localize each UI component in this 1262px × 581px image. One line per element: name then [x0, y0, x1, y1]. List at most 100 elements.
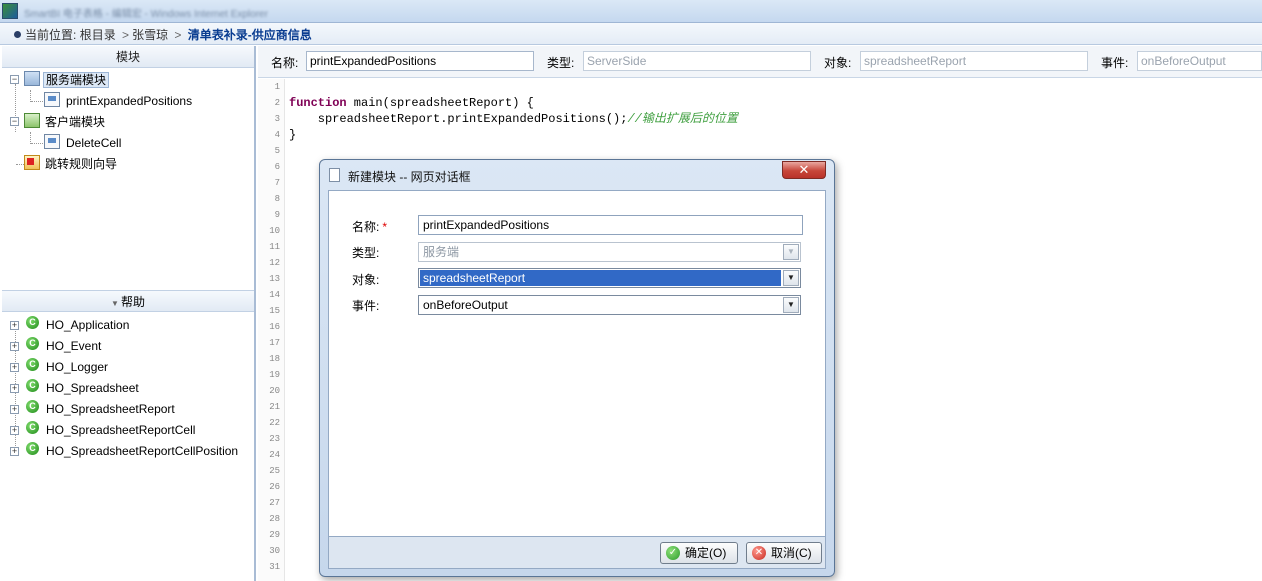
collapse-arrow-icon: ▼ — [111, 299, 119, 308]
close-button[interactable]: ✕ — [782, 161, 826, 179]
line-number: 6 — [274, 162, 280, 172]
event-label: 事件: — [1101, 56, 1129, 70]
line-number: 14 — [269, 290, 280, 300]
expand-toggle-icon[interactable]: + — [10, 321, 19, 330]
name-field[interactable]: printExpandedPositions — [306, 51, 534, 71]
breadcrumb-item-root[interactable]: 根目录 — [80, 28, 116, 42]
breadcrumb-prefix: 当前位置: — [25, 28, 77, 42]
line-number: 25 — [269, 466, 280, 476]
dialog-event-select[interactable]: onBeforeOutput ▼ — [418, 295, 801, 315]
expand-toggle-icon[interactable]: + — [10, 447, 19, 456]
line-number: 9 — [274, 210, 280, 220]
check-icon: ✓ — [666, 546, 680, 560]
breadcrumb-item-user[interactable]: 张雪琼 — [132, 28, 168, 42]
tree-line — [16, 164, 24, 165]
object-label: 对象: — [824, 56, 852, 70]
help-class-item[interactable]: HO_SpreadsheetReportCellPosition — [46, 441, 238, 461]
line-number: 30 — [269, 546, 280, 556]
module-tree: − 服务端模块 printExpandedPositions − 客户端模块 D… — [2, 68, 254, 290]
line-number: 2 — [274, 98, 280, 108]
dialog-name-field[interactable]: printExpandedPositions — [418, 215, 803, 235]
help-header-label: 帮助 — [120, 295, 145, 309]
ok-button[interactable]: ✓ 确定(O) — [660, 542, 738, 564]
help-header[interactable]: ▼ 帮助 — [2, 290, 254, 312]
breadcrumb-separator: > — [122, 28, 130, 42]
jump-rule-wizard-icon — [24, 155, 40, 170]
expand-toggle-icon[interactable]: + — [10, 426, 19, 435]
expand-toggle-icon[interactable]: + — [10, 405, 19, 414]
line-number: 23 — [269, 434, 280, 444]
object-field: spreadsheetReport — [860, 51, 1088, 71]
help-class-item[interactable]: HO_SpreadsheetReport — [46, 399, 175, 419]
help-class-item[interactable]: HO_Application — [46, 315, 129, 335]
line-number: 4 — [274, 130, 280, 140]
chevron-down-icon[interactable]: ▼ — [783, 270, 799, 286]
line-number: 21 — [269, 402, 280, 412]
window-titlebar: SmartBI 电子表格 - 编辑宏 - Windows Internet Ex… — [0, 0, 1262, 23]
new-module-dialog: 新建模块 -- 网页对话框 ✕ 名称: * printExpandedPositi… — [319, 159, 835, 577]
cancel-button[interactable]: ✕ 取消(C) — [746, 542, 822, 564]
help-class-item[interactable]: HO_Spreadsheet — [46, 378, 139, 398]
dialog-footer: ✓ 确定(O) ✕ 取消(C) — [328, 537, 826, 569]
class-icon: C — [26, 421, 39, 434]
breadcrumb-separator: > — [174, 28, 182, 42]
dialog-object-label: 对象: — [352, 273, 380, 287]
chevron-down-icon[interactable]: ▼ — [783, 297, 799, 313]
tree-node-client-module[interactable]: 客户端模块 — [45, 112, 105, 132]
line-number: 29 — [269, 530, 280, 540]
expand-toggle-icon[interactable]: + — [10, 384, 19, 393]
line-number: 20 — [269, 386, 280, 396]
line-number: 1 — [274, 82, 280, 92]
line-number: 27 — [269, 498, 280, 508]
line-number: 13 — [269, 274, 280, 284]
left-panel: 模块 − 服务端模块 printExpandedPositions − 客户端模… — [2, 46, 256, 581]
collapse-toggle-icon[interactable]: − — [10, 117, 19, 126]
code-comment: //输出扩展后的位置 — [627, 112, 738, 126]
dialog-event-value: onBeforeOutput — [423, 298, 508, 312]
cancel-icon: ✕ — [752, 546, 766, 560]
required-marker: * — [382, 220, 388, 234]
line-number: 7 — [274, 178, 280, 188]
dialog-name-label-text: 名称: — [352, 220, 380, 234]
breadcrumb-current: 清单表补录-供应商信息 — [187, 28, 312, 42]
code-line-4: } — [289, 128, 297, 142]
code-line-3: spreadsheetReport.printExpandedPositions… — [289, 111, 738, 127]
script-file-icon — [44, 92, 60, 107]
tree-node-printexpandedpositions[interactable]: printExpandedPositions — [66, 91, 192, 111]
dialog-type-select: 服务端 ▼ — [418, 242, 801, 262]
tree-node-server-module[interactable]: 服务端模块 — [43, 70, 110, 90]
breadcrumb: 当前位置: 根目录 > 张雪琼 > 清单表补录-供应商信息 — [0, 23, 1262, 45]
line-number: 18 — [269, 354, 280, 364]
tree-node-deletecell[interactable]: DeleteCell — [66, 133, 121, 153]
tree-line — [31, 101, 43, 102]
dialog-body: 名称: * printExpandedPositions 类型: 服务端 ▼ 对象… — [328, 190, 826, 537]
dialog-object-select[interactable]: spreadsheetReport ▼ — [418, 268, 801, 288]
bullet-icon — [14, 31, 21, 38]
help-class-item[interactable]: HO_Event — [46, 336, 101, 356]
help-class-item[interactable]: HO_Logger — [46, 357, 108, 377]
line-number: 31 — [269, 562, 280, 572]
expand-toggle-icon[interactable]: + — [10, 342, 19, 351]
code-text: spreadsheetReport.printExpandedPositions… — [289, 112, 628, 126]
line-number: 3 — [274, 114, 280, 124]
dialog-name-label: 名称: * — [352, 218, 387, 235]
class-icon: C — [26, 337, 39, 350]
line-number: 22 — [269, 418, 280, 428]
code-text: main(spreadsheetReport) { — [346, 96, 534, 110]
line-number: 17 — [269, 338, 280, 348]
line-number: 19 — [269, 370, 280, 380]
module-properties-bar: 名称: printExpandedPositions 类型: ServerSid… — [258, 46, 1262, 78]
line-number: 8 — [274, 194, 280, 204]
tree-node-jump-rule-wizard[interactable]: 跳转规则向导 — [45, 154, 117, 174]
help-class-item[interactable]: HO_SpreadsheetReportCell — [46, 420, 195, 440]
line-number: 26 — [269, 482, 280, 492]
code-line-2: function main(spreadsheetReport) { — [289, 95, 534, 111]
class-icon: C — [26, 400, 39, 413]
dialog-titlebar[interactable]: 新建模块 -- 网页对话框 ✕ — [320, 160, 834, 190]
expand-toggle-icon[interactable]: + — [10, 363, 19, 372]
code-keyword: function — [289, 96, 347, 110]
dialog-title: 新建模块 -- 网页对话框 — [348, 170, 471, 184]
document-icon — [329, 168, 340, 182]
dialog-object-value: spreadsheetReport — [420, 270, 781, 286]
collapse-toggle-icon[interactable]: − — [10, 75, 19, 84]
